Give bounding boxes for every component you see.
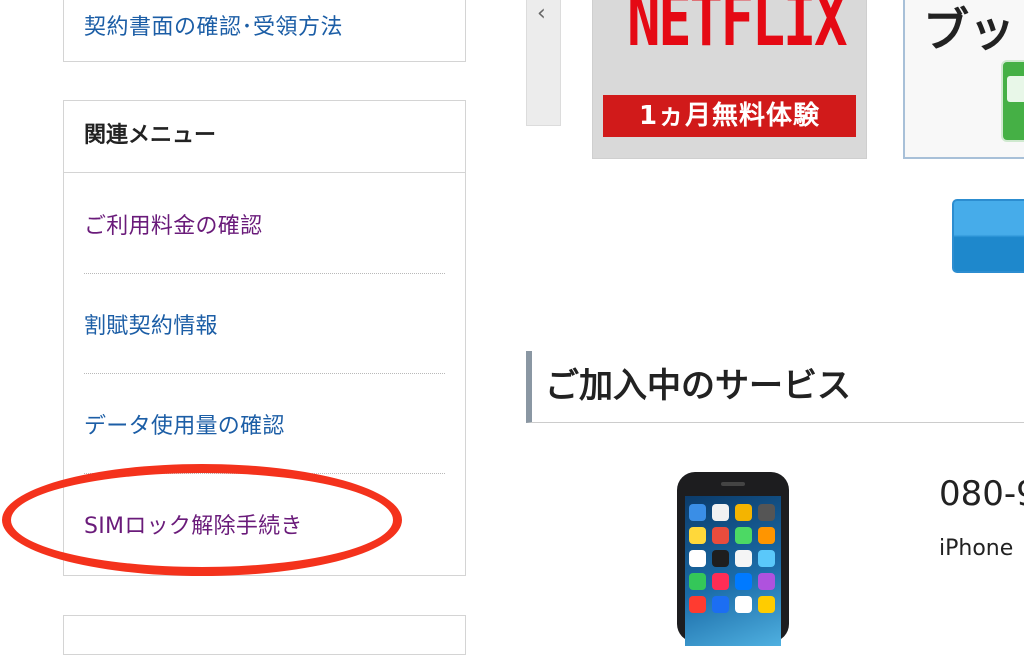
menu-item-billing-label[interactable]: ご利用料金の確認	[84, 208, 262, 240]
iphone-image	[677, 472, 789, 646]
netflix-trial-caption: 1ヵ月無料体験	[603, 95, 856, 137]
carousel-prev-button[interactable]: ‹	[526, 0, 561, 126]
service-phone-number: 080-9	[939, 474, 1024, 514]
contract-docs-link[interactable]: 契約書面の確認･受領方法	[84, 9, 343, 41]
sidebar-next-box	[63, 615, 466, 655]
menu-item-sim-unlock[interactable]: SIMロック解除手続き	[84, 474, 445, 574]
netflix-logo: NETFLIX	[627, 0, 847, 63]
contract-docs-box: 契約書面の確認･受領方法	[63, 0, 466, 62]
menu-item-sim-unlock-label[interactable]: SIMロック解除手続き	[84, 508, 303, 540]
menu-item-data-usage-label[interactable]: データ使用量の確認	[84, 408, 285, 440]
phone-screen	[685, 496, 781, 646]
blue-action-button[interactable]	[952, 199, 1024, 273]
related-menu-title: 関連メニュー	[64, 101, 465, 173]
netflix-banner[interactable]: NETFLIX 1ヵ月無料体験	[592, 0, 867, 159]
service-device-model: iPhone	[939, 536, 1014, 561]
chevron-left-icon: ‹	[537, 1, 546, 26]
phone-speaker	[721, 482, 745, 486]
section-title: ご加入中のサービス	[526, 351, 1024, 423]
book-icon	[1007, 76, 1024, 102]
menu-item-data-usage[interactable]: データ使用量の確認	[84, 374, 445, 474]
related-menu: 関連メニュー ご利用料金の確認 割賦契約情報 データ使用量の確認 SIMロック解…	[63, 100, 466, 576]
menu-item-billing[interactable]: ご利用料金の確認	[84, 174, 445, 274]
menu-item-installment-label[interactable]: 割賦契約情報	[84, 308, 218, 340]
book-banner-text: ブッ	[923, 3, 1015, 57]
app-icon-grid	[689, 504, 775, 613]
menu-item-installment[interactable]: 割賦契約情報	[84, 274, 445, 374]
book-app-icon	[1001, 60, 1024, 142]
book-banner[interactable]: ブッ	[903, 0, 1024, 159]
